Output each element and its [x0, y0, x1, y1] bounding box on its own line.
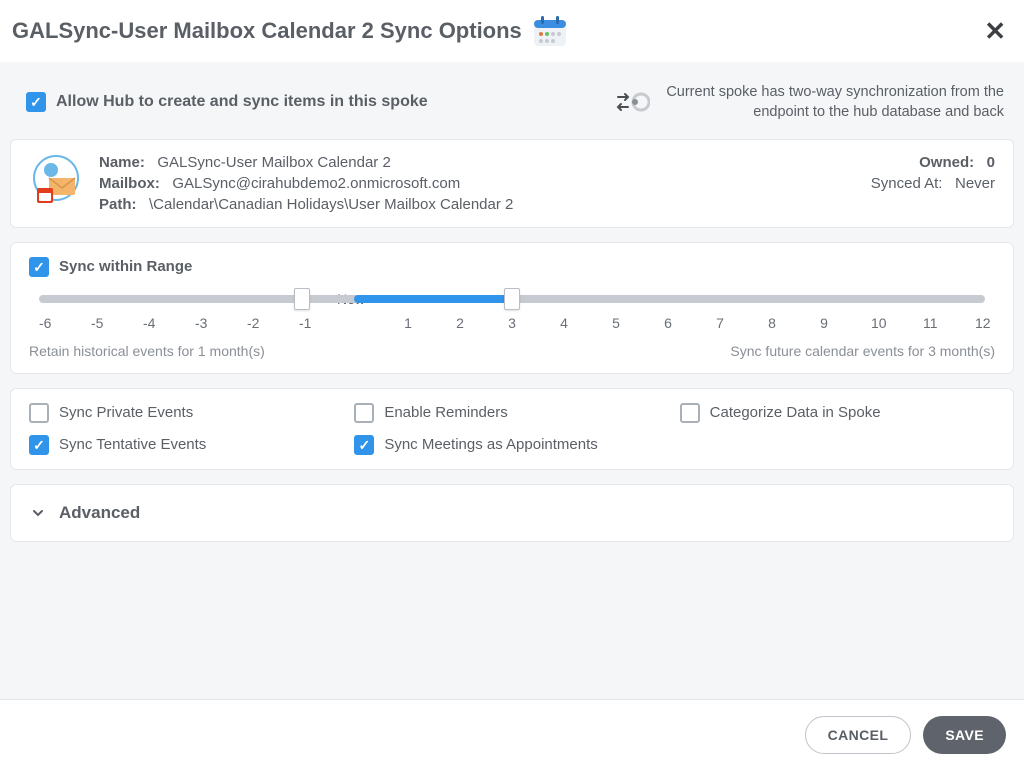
- check-icon: ✓: [358, 438, 370, 452]
- opt-enable-reminders: Enable Reminders: [354, 403, 669, 423]
- calendar-icon: [532, 14, 568, 48]
- two-way-sync-icon: [616, 90, 650, 114]
- name-value: GALSync-User Mailbox Calendar 2: [157, 154, 390, 171]
- meetings-appointments-checkbox[interactable]: ✓: [354, 435, 374, 455]
- owned-line: Owned: 0: [871, 154, 995, 171]
- slider-tick: 1: [403, 315, 413, 331]
- modal-footer: CANCEL SAVE: [0, 699, 1024, 770]
- opt-private-events: Sync Private Events: [29, 403, 344, 423]
- sync-mode-block: Current spoke has two-way synchronizatio…: [616, 82, 1004, 123]
- slider-tick: -6: [39, 315, 49, 331]
- tentative-events-label: Sync Tentative Events: [59, 436, 206, 453]
- path-label: Path:: [99, 196, 137, 213]
- slider-tick: 5: [611, 315, 621, 331]
- info-left: Name: GALSync-User Mailbox Calendar 2 Ma…: [29, 154, 855, 213]
- info-mailbox: Mailbox: GALSync@cirahubdemo2.onmicrosof…: [99, 175, 513, 192]
- sync-range-card: ✓ Sync within Range Now -6-5-4-3-2-11234…: [10, 242, 1014, 374]
- slider-tick: 8: [767, 315, 777, 331]
- advanced-label: Advanced: [59, 503, 140, 523]
- advanced-section[interactable]: Advanced: [10, 484, 1014, 542]
- modal-body: ✓ Allow Hub to create and sync items in …: [0, 62, 1024, 699]
- info-name: Name: GALSync-User Mailbox Calendar 2: [99, 154, 513, 171]
- enable-reminders-label: Enable Reminders: [384, 404, 507, 421]
- slider-fill: [354, 295, 512, 303]
- categorize-data-label: Categorize Data in Spoke: [710, 404, 881, 421]
- slider-tick: -2: [247, 315, 257, 331]
- sync-mode-description: Current spoke has two-way synchronizatio…: [664, 82, 1004, 123]
- allow-checkbox[interactable]: ✓: [26, 92, 46, 112]
- info-fields: Name: GALSync-User Mailbox Calendar 2 Ma…: [99, 154, 513, 213]
- slider-tick: [351, 315, 361, 331]
- slider-tick: 6: [663, 315, 673, 331]
- slider-tick: 10: [871, 315, 881, 331]
- info-path: Path: \Calendar\Canadian Holidays\User M…: [99, 196, 513, 213]
- slider-tick: -4: [143, 315, 153, 331]
- info-right: Owned: 0 Synced At: Never: [871, 154, 995, 196]
- save-button[interactable]: SAVE: [923, 716, 1006, 754]
- opt-categorize-data: Categorize Data in Spoke: [680, 403, 995, 423]
- private-events-label: Sync Private Events: [59, 404, 193, 421]
- future-text: Sync future calendar events for 3 month(…: [730, 343, 995, 359]
- check-icon: ✓: [33, 260, 45, 274]
- private-events-checkbox[interactable]: [29, 403, 49, 423]
- slider-tick: 2: [455, 315, 465, 331]
- modal-header: GALSync-User Mailbox Calendar 2 Sync Opt…: [0, 0, 1024, 62]
- synced-label: Synced At:: [871, 175, 943, 192]
- check-icon: ✓: [33, 438, 45, 452]
- cancel-button[interactable]: CANCEL: [805, 716, 912, 754]
- opt-tentative-events: ✓ Sync Tentative Events: [29, 435, 344, 455]
- slider-tick: 12: [975, 315, 985, 331]
- modal-title: GALSync-User Mailbox Calendar 2 Sync Opt…: [12, 18, 522, 44]
- range-checkbox[interactable]: ✓: [29, 257, 49, 277]
- range-label: Sync within Range: [59, 258, 192, 275]
- mailbox-icon: [29, 154, 83, 208]
- check-icon: ✓: [30, 95, 42, 109]
- allow-checkbox-row: ✓ Allow Hub to create and sync items in …: [26, 92, 428, 112]
- allow-sync-row: ✓ Allow Hub to create and sync items in …: [10, 72, 1014, 139]
- enable-reminders-checkbox[interactable]: [354, 403, 374, 423]
- close-icon[interactable]: ✕: [984, 16, 1006, 47]
- categorize-data-checkbox[interactable]: [680, 403, 700, 423]
- chevron-down-icon: [31, 506, 45, 520]
- slider-tick: 11: [923, 315, 933, 331]
- slider-tick: 9: [819, 315, 829, 331]
- options-card: Sync Private Events Enable Reminders Cat…: [10, 388, 1014, 470]
- tentative-events-checkbox[interactable]: ✓: [29, 435, 49, 455]
- allow-label: Allow Hub to create and sync items in th…: [56, 93, 428, 111]
- meetings-appointments-label: Sync Meetings as Appointments: [384, 436, 597, 453]
- owned-value: 0: [987, 154, 995, 171]
- opt-meetings-appointments: ✓ Sync Meetings as Appointments: [354, 435, 669, 455]
- slider-handle-end[interactable]: [504, 288, 520, 310]
- header-left: GALSync-User Mailbox Calendar 2 Sync Opt…: [12, 14, 568, 48]
- slider-tick: 7: [715, 315, 725, 331]
- slider-handle-start[interactable]: [294, 288, 310, 310]
- mailbox-value: GALSync@cirahubdemo2.onmicrosoft.com: [172, 175, 460, 192]
- slider-ticks: -6-5-4-3-2-1123456789101112: [39, 315, 985, 331]
- slider-tick: -5: [91, 315, 101, 331]
- mailbox-label: Mailbox:: [99, 175, 160, 192]
- synced-value: Never: [955, 175, 995, 192]
- name-label: Name:: [99, 154, 145, 171]
- slider-tick: -3: [195, 315, 205, 331]
- synced-line: Synced At: Never: [871, 175, 995, 192]
- range-slider[interactable]: Now -6-5-4-3-2-1123456789101112: [29, 295, 995, 331]
- path-value: \Calendar\Canadian Holidays\User Mailbox…: [149, 196, 513, 213]
- slider-track: [39, 295, 985, 303]
- slider-tick: -1: [299, 315, 309, 331]
- options-grid: Sync Private Events Enable Reminders Cat…: [29, 403, 995, 455]
- slider-tick: 4: [559, 315, 569, 331]
- range-summary: Retain historical events for 1 month(s) …: [29, 343, 995, 359]
- range-checkbox-row: ✓ Sync within Range: [29, 257, 995, 277]
- owned-label: Owned:: [919, 154, 974, 171]
- sync-options-modal: GALSync-User Mailbox Calendar 2 Sync Opt…: [0, 0, 1024, 770]
- retain-text: Retain historical events for 1 month(s): [29, 343, 265, 359]
- spoke-info-card: Name: GALSync-User Mailbox Calendar 2 Ma…: [10, 139, 1014, 228]
- slider-tick: 3: [507, 315, 517, 331]
